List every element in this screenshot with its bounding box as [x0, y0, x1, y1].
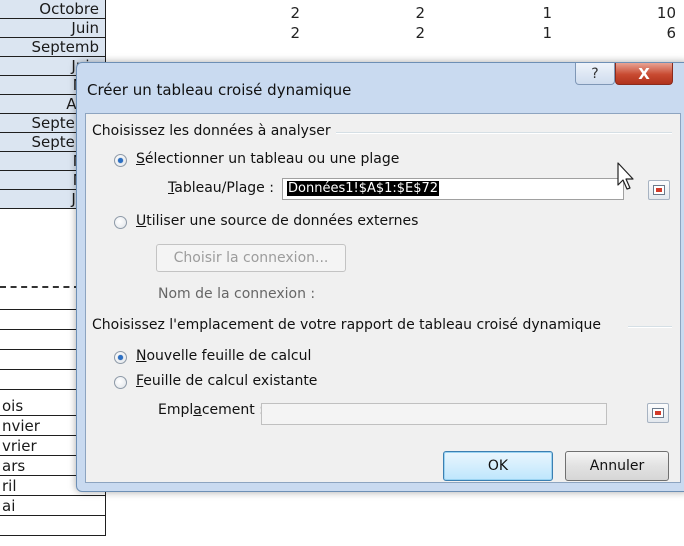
connection-name-label: Nom de la connexion :: [158, 286, 316, 302]
close-button[interactable]: X: [615, 63, 673, 85]
external-source-radio[interactable]: [114, 216, 127, 229]
table-range-input[interactable]: Données1!$A$1:$E$72: [282, 178, 624, 200]
table-cell[interactable]: 1: [522, 24, 552, 42]
month-cell[interactable]: Juin: [0, 19, 106, 38]
data-section-title: Choisissez les données à analyser: [92, 123, 331, 139]
table-cell[interactable]: 2: [270, 4, 300, 22]
table-row: 2 2 1 6: [110, 24, 684, 46]
table-cell[interactable]: 10: [646, 4, 676, 22]
dialog-title: Créer un tableau croisé dynamique: [87, 81, 352, 99]
cancel-button[interactable]: Annuler: [565, 451, 669, 481]
range-selector-icon[interactable]: [648, 180, 670, 200]
mouse-pointer-icon: [617, 162, 634, 190]
ok-button[interactable]: OK: [443, 451, 553, 481]
month-cell[interactable]: Octobre: [0, 0, 106, 19]
range-selector-icon[interactable]: [647, 403, 669, 423]
divider: [336, 132, 672, 134]
dialog-body: Choisissez les données à analyser Sélect…: [85, 113, 681, 483]
month-cell[interactable]: Septemb: [0, 38, 106, 57]
location-label: Emplacement :: [158, 402, 264, 418]
new-sheet-radio[interactable]: [114, 351, 127, 364]
table-cell[interactable]: 2: [395, 24, 425, 42]
table-cell[interactable]: 2: [270, 24, 300, 42]
table-cell[interactable]: 6: [646, 24, 676, 42]
table-cell[interactable]: 1: [522, 4, 552, 22]
empty-cell[interactable]: [0, 516, 106, 536]
dialog-title-bar[interactable]: Créer un tableau croisé dynamique ? X: [77, 63, 684, 115]
month-cell[interactable]: ai: [0, 496, 106, 516]
divider: [628, 326, 672, 328]
create-pivot-table-dialog: Créer un tableau croisé dynamique ? X Ch…: [76, 62, 684, 492]
existing-sheet-radio[interactable]: [114, 376, 127, 389]
new-sheet-label[interactable]: Nouvelle feuille de calcul: [136, 348, 311, 364]
help-button[interactable]: ?: [575, 63, 615, 85]
select-table-label[interactable]: Sélectionner un tableau ou une plage: [136, 151, 399, 167]
external-source-label[interactable]: Utiliser une source de données externes: [136, 213, 418, 229]
table-row: 2 2 1 10: [110, 4, 684, 26]
location-section-title: Choisissez l'emplacement de votre rappor…: [92, 317, 601, 333]
existing-sheet-label[interactable]: Feuille de calcul existante: [136, 373, 317, 389]
help-icon: ?: [591, 66, 599, 82]
table-range-label: Tableau/Plage :: [168, 180, 274, 196]
select-table-radio[interactable]: [114, 154, 127, 167]
choose-connection-button[interactable]: Choisir la connexion...: [156, 244, 346, 272]
close-icon: X: [638, 65, 650, 83]
location-input[interactable]: [261, 403, 607, 425]
table-cell[interactable]: 2: [395, 4, 425, 22]
